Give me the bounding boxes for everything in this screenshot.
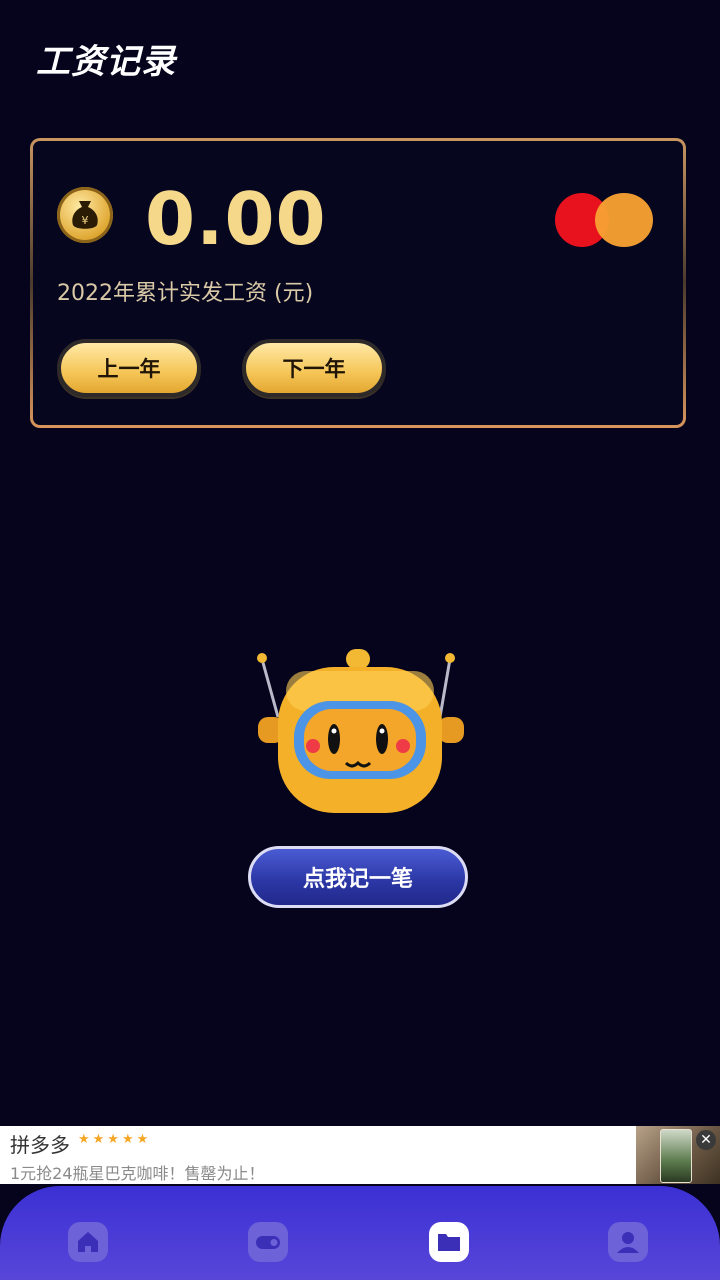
record-entry-button[interactable]: 点我记一笔	[248, 846, 468, 908]
next-year-button[interactable]: 下一年	[242, 339, 386, 397]
tab-profile[interactable]	[606, 1220, 650, 1264]
ad-rating-stars: ★★★★★	[78, 1132, 152, 1147]
summary-subtitle: 2022年累计实发工资 (元)	[57, 281, 314, 306]
ad-close-button[interactable]: ✕	[696, 1130, 716, 1150]
page-title: 工资记录	[36, 42, 176, 82]
money-bag-icon: ¥	[57, 187, 113, 243]
home-icon	[68, 1222, 108, 1262]
ad-banner[interactable]: 拼多多 ★★★★★ 1元抢24瓶星巴克咖啡！售罄为止！	[0, 1126, 720, 1184]
user-icon	[608, 1222, 648, 1262]
total-amount: 0.00	[145, 177, 327, 261]
tab-records[interactable]	[427, 1220, 471, 1264]
card-logo-icon	[555, 193, 657, 247]
prev-year-button[interactable]: 上一年	[57, 339, 201, 397]
wallet-icon	[248, 1222, 288, 1262]
ad-description: 1元抢24瓶星巴克咖啡！售罄为止！	[10, 1164, 265, 1183]
tab-home[interactable]	[66, 1220, 110, 1264]
salary-summary-card: ¥ 0.00 2022年累计实发工资 (元) 上一年 下一年	[30, 138, 686, 428]
svg-text:¥: ¥	[82, 214, 89, 227]
ad-title: 拼多多	[10, 1133, 70, 1157]
tab-wallet[interactable]	[246, 1220, 290, 1264]
folder-icon	[429, 1222, 469, 1262]
robot-mascot	[250, 645, 470, 825]
